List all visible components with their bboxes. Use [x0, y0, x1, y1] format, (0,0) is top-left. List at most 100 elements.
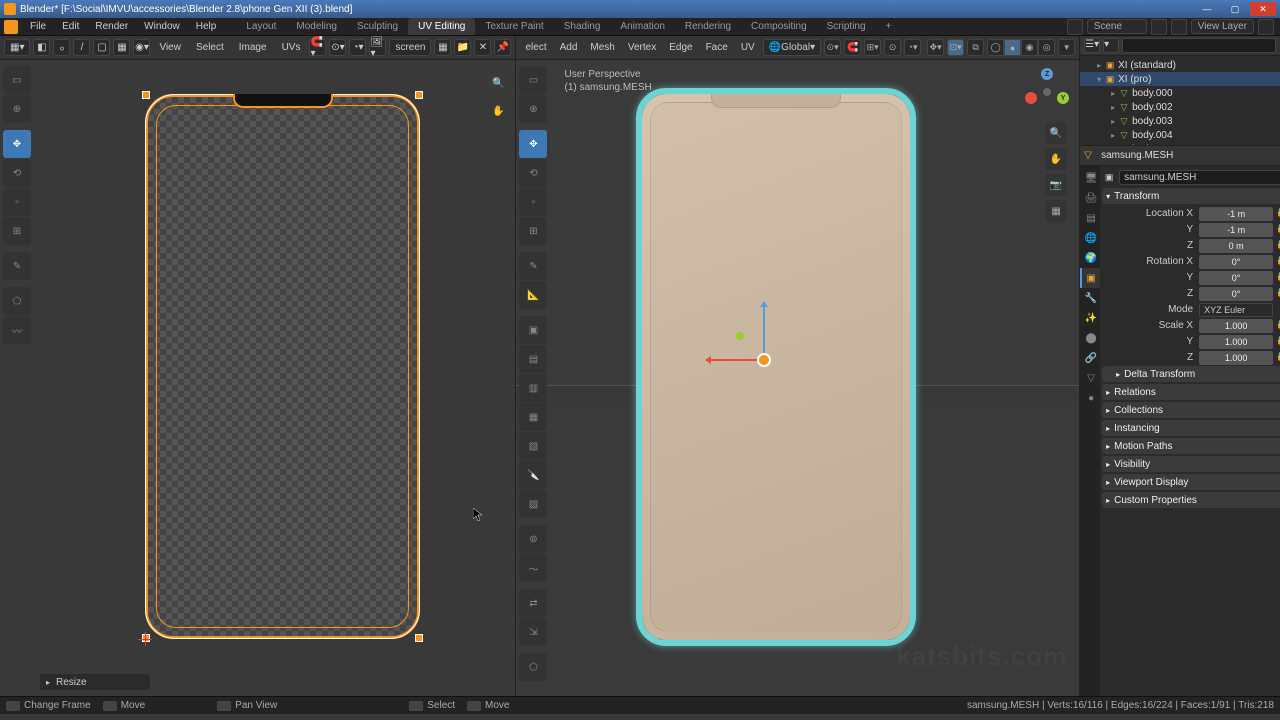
- wire-shading[interactable]: ◯: [987, 39, 1004, 56]
- ws-layout[interactable]: Layout: [236, 18, 286, 35]
- vp-zoom-icon[interactable]: 🔍: [1045, 122, 1067, 144]
- scene-browse-icon[interactable]: [1151, 19, 1167, 35]
- v3d-tool-annotate[interactable]: ✎: [519, 252, 547, 280]
- uv-viewport[interactable]: ▭ ⊕ ✥ ⟲ ▫ ⊞ ✎ ⬠ 〰: [0, 60, 515, 696]
- v3d-menu-face[interactable]: Face: [701, 42, 733, 53]
- tab-constraint[interactable]: 🔗: [1080, 348, 1100, 368]
- select-edge-button[interactable]: /: [73, 39, 90, 56]
- v3d-tool-move[interactable]: ✥: [519, 130, 547, 158]
- vp-persp-icon[interactable]: ▦: [1045, 200, 1067, 222]
- rot-y[interactable]: 0°: [1199, 271, 1273, 285]
- tree-row[interactable]: ▸▽body.002👁: [1080, 100, 1280, 114]
- img-pin-button[interactable]: 📌: [494, 39, 511, 56]
- v3d-menu-select[interactable]: elect: [520, 42, 551, 53]
- panel-instancing[interactable]: Instancing: [1102, 420, 1280, 436]
- ws-rendering[interactable]: Rendering: [675, 18, 741, 35]
- uv-menu-image[interactable]: Image: [233, 42, 273, 53]
- v3d-tool-measure[interactable]: 📐: [519, 281, 547, 309]
- v3d-tool-smooth[interactable]: 〜: [519, 554, 547, 582]
- ws-scripting[interactable]: Scripting: [817, 18, 876, 35]
- outliner-type[interactable]: ☰▾: [1084, 38, 1100, 53]
- loc-y[interactable]: -1 m: [1199, 223, 1273, 237]
- rot-z[interactable]: 0°: [1199, 287, 1273, 301]
- tab-object[interactable]: ▣: [1080, 268, 1100, 288]
- shading-opts[interactable]: ▾: [1058, 39, 1075, 56]
- tool-grab[interactable]: 〰: [3, 316, 31, 344]
- snap-button[interactable]: 🧲▾: [309, 39, 326, 56]
- view3d-viewport[interactable]: ▭ ⊕ ✥ ⟲ ▫ ⊞ ✎ 📐 ▣ ▤ ▥ ▦ ▧ 🔪 ▨ ⊚ 〜 ⇄ ⇲ ⬠: [516, 60, 1079, 696]
- v3d-menu-add[interactable]: Add: [555, 42, 583, 53]
- img-open-button[interactable]: 📁: [454, 39, 471, 56]
- panel-motion[interactable]: Motion Paths: [1102, 438, 1280, 454]
- lookdev-shading[interactable]: ◉: [1021, 39, 1038, 56]
- loc-x[interactable]: -1 m: [1199, 207, 1273, 221]
- close-button[interactable]: ✕: [1250, 2, 1276, 16]
- tab-world[interactable]: 🌍: [1080, 248, 1100, 268]
- uv-menu-view[interactable]: View: [153, 42, 187, 53]
- v3d-menu-uv[interactable]: UV: [736, 42, 760, 53]
- scale-y[interactable]: 1.000: [1199, 335, 1273, 349]
- last-op-panel[interactable]: Resize: [40, 674, 150, 690]
- ws-animation[interactable]: Animation: [610, 18, 674, 35]
- img-browse-button[interactable]: 🖼▾: [369, 39, 386, 56]
- overlay-vis[interactable]: ⊡▾: [947, 39, 964, 56]
- tool-annotate[interactable]: ✎: [3, 252, 31, 280]
- gizmo-vis[interactable]: ✥▾: [927, 39, 944, 56]
- ws-add[interactable]: +: [876, 18, 902, 35]
- v3d-tool-inset[interactable]: ▥: [519, 374, 547, 402]
- nav-gizmo[interactable]: Z Y: [1023, 68, 1071, 116]
- outliner-tree[interactable]: ▸▣XI (standard)👁▾▣XI (pro)👁▸▽body.000👁▸▽…: [1080, 56, 1280, 146]
- rot-x[interactable]: 0°: [1199, 255, 1273, 269]
- ws-shading[interactable]: Shading: [554, 18, 611, 35]
- vp-camera-icon[interactable]: 📷: [1045, 174, 1067, 196]
- sticky-select-button[interactable]: ◉▾: [133, 39, 150, 56]
- uv-sync-button[interactable]: ◧: [33, 39, 50, 56]
- tool-cursor[interactable]: ⊕: [3, 95, 31, 123]
- tab-modifier[interactable]: 🔧: [1080, 288, 1100, 308]
- tool-move[interactable]: ✥: [3, 130, 31, 158]
- panel-relations[interactable]: Relations: [1102, 384, 1280, 400]
- image-name-field[interactable]: screen: [389, 39, 431, 56]
- tool-select[interactable]: ▭: [3, 66, 31, 94]
- v3d-menu-vertex[interactable]: Vertex: [623, 42, 661, 53]
- zoom-icon[interactable]: 🔍: [487, 72, 509, 94]
- select-island-button[interactable]: ▦: [113, 39, 130, 56]
- panel-delta[interactable]: Delta Transform: [1102, 366, 1280, 382]
- v3d-tool-edgeslide[interactable]: ⇄: [519, 589, 547, 617]
- tab-viewlayer[interactable]: ▤: [1080, 208, 1100, 228]
- menu-edit[interactable]: Edit: [54, 19, 87, 34]
- editor-type-select[interactable]: ▦▾: [4, 39, 30, 56]
- v3d-tool-scale[interactable]: ▫: [519, 188, 547, 216]
- tree-row[interactable]: ▸▽body.004👁: [1080, 128, 1280, 142]
- v3d-tool-select[interactable]: ▭: [519, 66, 547, 94]
- propfalloff-3d[interactable]: ◔▾: [904, 39, 921, 56]
- propedit-button[interactable]: ⊙▾: [329, 39, 346, 56]
- uv-menu-select[interactable]: Select: [190, 42, 230, 53]
- ws-modeling[interactable]: Modeling: [286, 18, 347, 35]
- snap-toggle[interactable]: 🧲: [844, 39, 861, 56]
- snap-type[interactable]: ⊞▾: [864, 39, 881, 56]
- pan-icon[interactable]: ✋: [487, 100, 509, 122]
- menu-render[interactable]: Render: [87, 19, 136, 34]
- tab-data[interactable]: ▽: [1080, 368, 1100, 388]
- minimize-button[interactable]: —: [1194, 2, 1220, 16]
- solid-shading[interactable]: ●: [1004, 39, 1021, 56]
- select-vert-button[interactable]: ⸰: [53, 39, 70, 56]
- tree-row[interactable]: ▸▽body.000👁: [1080, 86, 1280, 100]
- panel-custom[interactable]: Custom Properties: [1102, 492, 1280, 508]
- v3d-menu-mesh[interactable]: Mesh: [585, 42, 619, 53]
- panel-transform[interactable]: Transform: [1102, 188, 1280, 204]
- panel-viewport[interactable]: Viewport Display: [1102, 474, 1280, 490]
- tab-particle[interactable]: ✨: [1080, 308, 1100, 328]
- tool-rip[interactable]: ⬠: [3, 287, 31, 315]
- tree-row[interactable]: ▸▣XI (standard)👁: [1080, 58, 1280, 72]
- v3d-menu-edge[interactable]: Edge: [664, 42, 697, 53]
- v3d-tool-polybuild[interactable]: ▨: [519, 490, 547, 518]
- scene-field[interactable]: Scene: [1087, 19, 1147, 34]
- ws-sculpting[interactable]: Sculpting: [347, 18, 408, 35]
- viewlayer-icon[interactable]: [1171, 19, 1187, 35]
- rotation-mode[interactable]: XYZ Euler: [1199, 303, 1273, 317]
- v3d-tool-transform[interactable]: ⊞: [519, 217, 547, 245]
- v3d-tool-knife[interactable]: 🔪: [519, 461, 547, 489]
- menu-file[interactable]: File: [22, 19, 54, 34]
